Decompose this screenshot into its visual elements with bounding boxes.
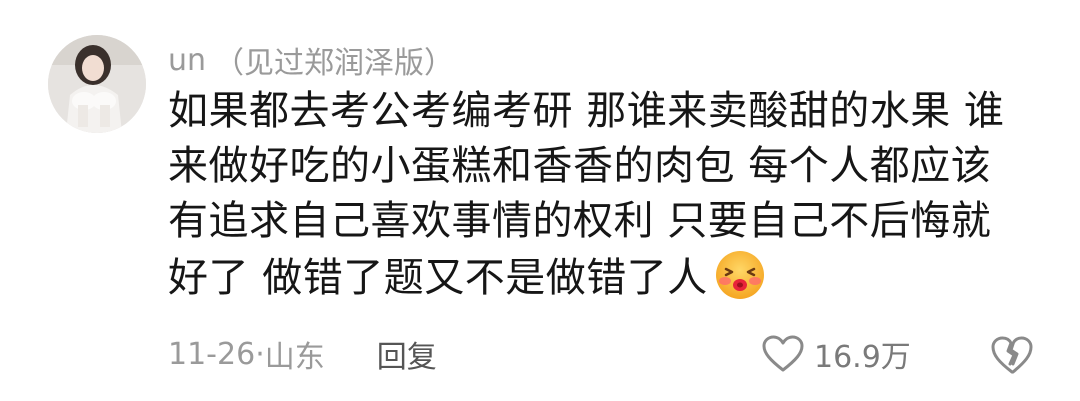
reply-button[interactable]: 回复: [377, 332, 437, 376]
comment-location: 山东: [264, 340, 325, 375]
comment-date: 11-26: [168, 336, 256, 372]
like-button[interactable]: 16.9万: [762, 330, 911, 378]
heart-icon[interactable]: [762, 335, 804, 373]
like-count: 16.9万: [814, 340, 911, 375]
blush-kiss-emoji-icon: [715, 251, 764, 299]
comment-text: 如果都去考公考编考研 那谁来卖酸甜的水果 谁 来做好吃的小蛋糕和香香的肉包 每个…: [168, 84, 1048, 304]
username-row: un （见过郑润泽版）: [168, 38, 454, 82]
username-tag: （见过郑润泽版）: [214, 46, 455, 81]
broken-heart-icon[interactable]: [990, 334, 1034, 376]
comment-text-line: 好了 做错了题又不是做错了人: [168, 249, 1048, 304]
comment-text-line: 有追求自己喜欢事情的权利 只要自己不后悔就: [168, 198, 992, 244]
comment-text-line: 如果都去考公考编考研 那谁来卖酸甜的水果 谁: [168, 88, 1005, 134]
comment-meta: 11-26 · 山东 回复: [168, 330, 437, 378]
username[interactable]: un: [168, 43, 206, 78]
comment-text-line-content: 好了 做错了题又不是做错了人: [168, 255, 708, 301]
comment-text-line: 来做好吃的小蛋糕和香香的肉包 每个人都应该: [168, 143, 992, 189]
avatar[interactable]: [48, 35, 146, 133]
meta-separator: ·: [255, 336, 265, 372]
comment-item: un （见过郑润泽版） 如果都去考公考编考研 那谁来卖酸甜的水果 谁 来做好吃的…: [0, 0, 1080, 401]
